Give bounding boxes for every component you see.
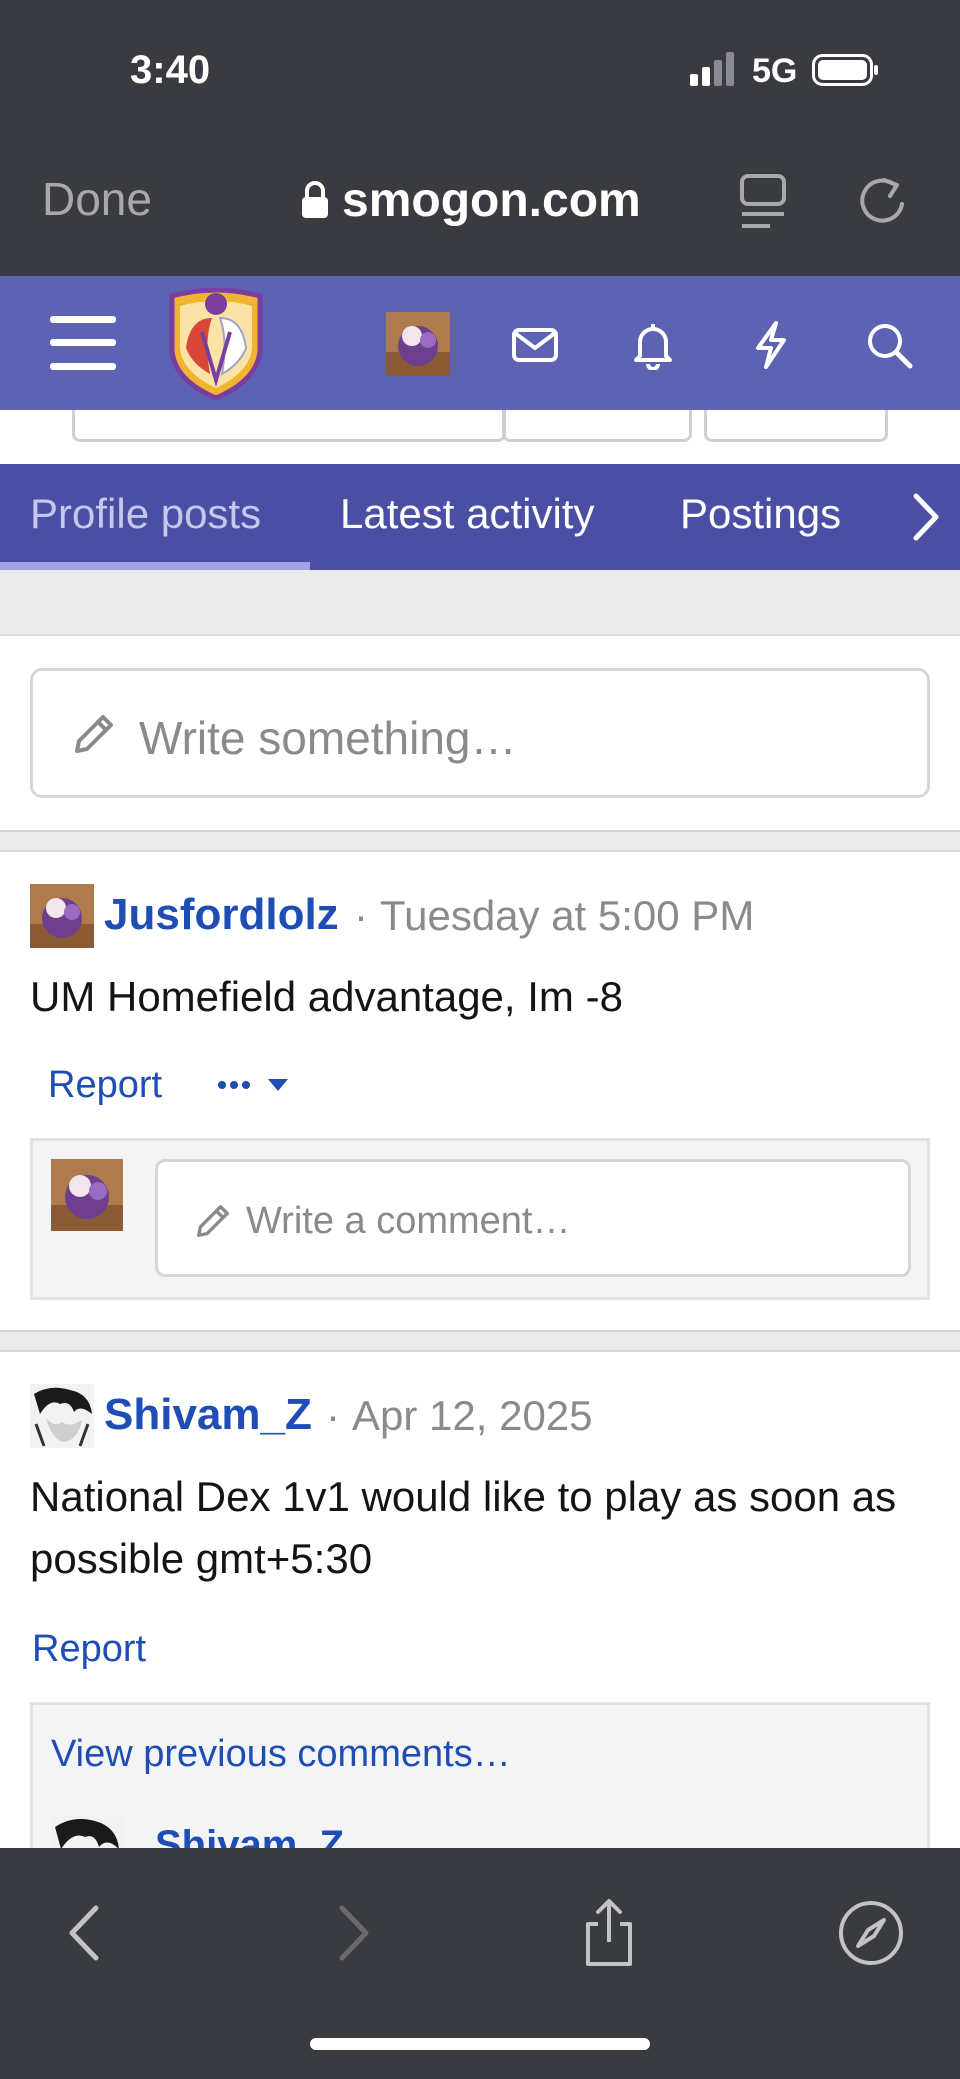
post-avatar[interactable] — [30, 1384, 94, 1448]
post-timestamp[interactable]: Tuesday at 5:00 PM — [380, 892, 754, 940]
status-time: 3:40 — [130, 48, 211, 92]
url-text: smogon.com — [342, 173, 641, 227]
lock-icon — [302, 181, 328, 218]
share-icon[interactable] — [574, 1898, 644, 1968]
comment-item: Shivam_Z — [30, 1795, 930, 1855]
tab-profile-posts[interactable]: Profile posts — [30, 490, 261, 538]
menu-icon[interactable] — [50, 316, 116, 370]
mail-icon[interactable] — [510, 320, 560, 370]
network-type: 5G — [752, 52, 798, 90]
comment-input[interactable]: Write a comment… — [155, 1159, 911, 1277]
previous-comments-bar: View previous comments… — [30, 1702, 930, 1798]
done-button[interactable]: Done — [42, 172, 152, 226]
profile-actions-strip — [0, 410, 960, 464]
bolt-icon[interactable] — [746, 320, 796, 370]
report-link[interactable]: Report — [32, 1628, 146, 1671]
profile-action-button[interactable] — [704, 410, 888, 442]
site-header — [0, 276, 960, 410]
profile-post-composer[interactable]: Write something… — [30, 668, 930, 798]
forward-icon[interactable] — [316, 1898, 386, 1968]
profile-tabs: Profile posts Latest activity Postings — [0, 464, 960, 570]
active-tab-indicator — [0, 562, 310, 570]
user-avatar[interactable] — [386, 312, 450, 376]
post-divider — [0, 1330, 960, 1352]
browser-address-bar: Done smogon.com — [0, 140, 960, 276]
comment-section: Write a comment… — [30, 1138, 930, 1300]
report-link[interactable]: Report — [48, 1064, 162, 1107]
commenter-avatar[interactable] — [51, 1159, 123, 1231]
comment-placeholder: Write a comment… — [246, 1200, 571, 1242]
bell-icon[interactable] — [628, 320, 678, 370]
post-avatar[interactable] — [30, 884, 94, 948]
post-divider — [0, 830, 960, 852]
back-icon[interactable] — [52, 1898, 122, 1968]
compass-icon[interactable] — [836, 1898, 906, 1968]
pencil-icon — [75, 715, 113, 753]
view-previous-comments-link[interactable]: View previous comments… — [51, 1733, 511, 1776]
profile-action-button[interactable] — [72, 410, 506, 442]
reload-icon[interactable] — [856, 176, 908, 228]
reader-mode-icon[interactable] — [740, 174, 786, 230]
pencil-icon — [197, 1205, 229, 1237]
profile-action-button[interactable] — [502, 410, 692, 442]
composer-placeholder: Write something… — [139, 712, 517, 764]
section-spacer — [0, 570, 960, 636]
signal-icon — [690, 52, 734, 86]
status-bar: 3:40 5G — [0, 0, 960, 140]
chevron-right-icon[interactable] — [906, 490, 946, 544]
search-icon[interactable] — [864, 320, 914, 370]
post-username[interactable]: Jusfordlolz — [104, 890, 339, 940]
post-timestamp[interactable]: Apr 12, 2025 — [352, 1392, 593, 1440]
home-indicator — [310, 2038, 650, 2050]
post-body: UM Homefield advantage, Im -8 — [30, 973, 623, 1020]
meta-separator: · — [326, 1392, 340, 1439]
smogon-logo[interactable] — [166, 288, 266, 400]
post-username[interactable]: Shivam_Z — [104, 1390, 312, 1440]
meta-separator: · — [354, 892, 368, 939]
url-field[interactable]: smogon.com — [300, 170, 641, 230]
tab-latest-activity[interactable]: Latest activity — [340, 490, 594, 538]
post-body: National Dex 1v1 would like to play as s… — [30, 1473, 897, 1582]
more-options-icon[interactable] — [216, 1070, 296, 1100]
tab-postings[interactable]: Postings — [680, 490, 841, 538]
battery-icon — [812, 54, 878, 86]
